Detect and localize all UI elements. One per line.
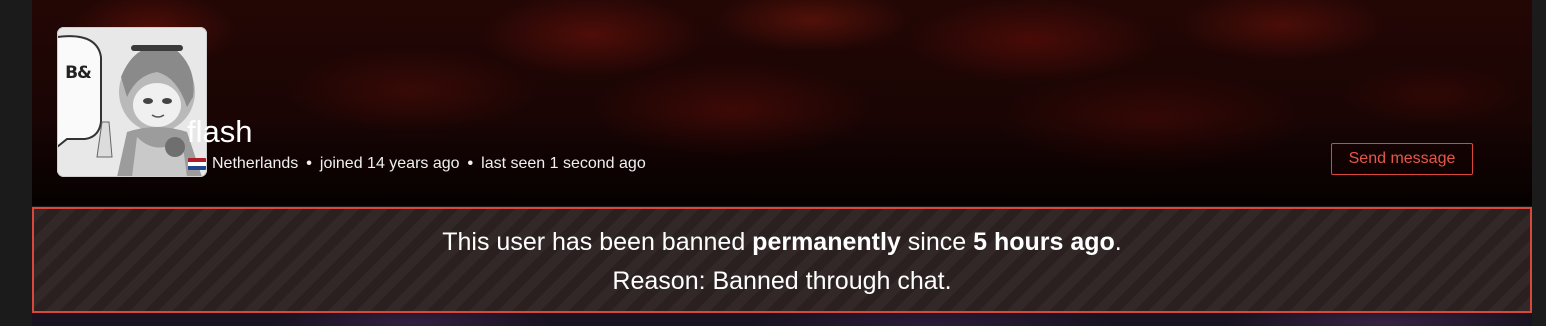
ban-text-prefix: This user has been banned [442, 228, 753, 256]
content-background-strip [32, 313, 1532, 326]
profile-meta: Netherlands • joined 14 years ago • last… [188, 155, 646, 173]
separator-dot: • [306, 155, 312, 172]
avatar-image [57, 27, 207, 177]
ban-reason: Reason: Banned through chat. [612, 267, 952, 295]
separator-dot: • [467, 155, 474, 172]
profile-banner: B& [32, 0, 1532, 206]
avatar[interactable]: B& [57, 27, 207, 177]
ban-status-line: This user has been banned permanently si… [34, 223, 1530, 262]
avatar-caption: B& [65, 63, 92, 83]
last-seen-label: last seen 1 second ago [481, 155, 646, 172]
ban-duration: permanently [752, 228, 901, 256]
country-label: Netherlands [212, 155, 299, 172]
netherlands-flag-icon [188, 158, 206, 170]
ban-text-mid: since [900, 228, 974, 256]
joined-label: joined 14 years ago [319, 155, 460, 172]
ban-notice: This user has been banned permanently si… [32, 207, 1532, 313]
ban-text-suffix: . [1114, 228, 1122, 256]
ban-since: 5 hours ago [973, 228, 1115, 256]
profile-page: B& flash Netherlands • joined 14 years a… [0, 0, 1546, 326]
send-message-button[interactable]: Send message [1331, 143, 1473, 175]
username: flash [187, 114, 253, 149]
